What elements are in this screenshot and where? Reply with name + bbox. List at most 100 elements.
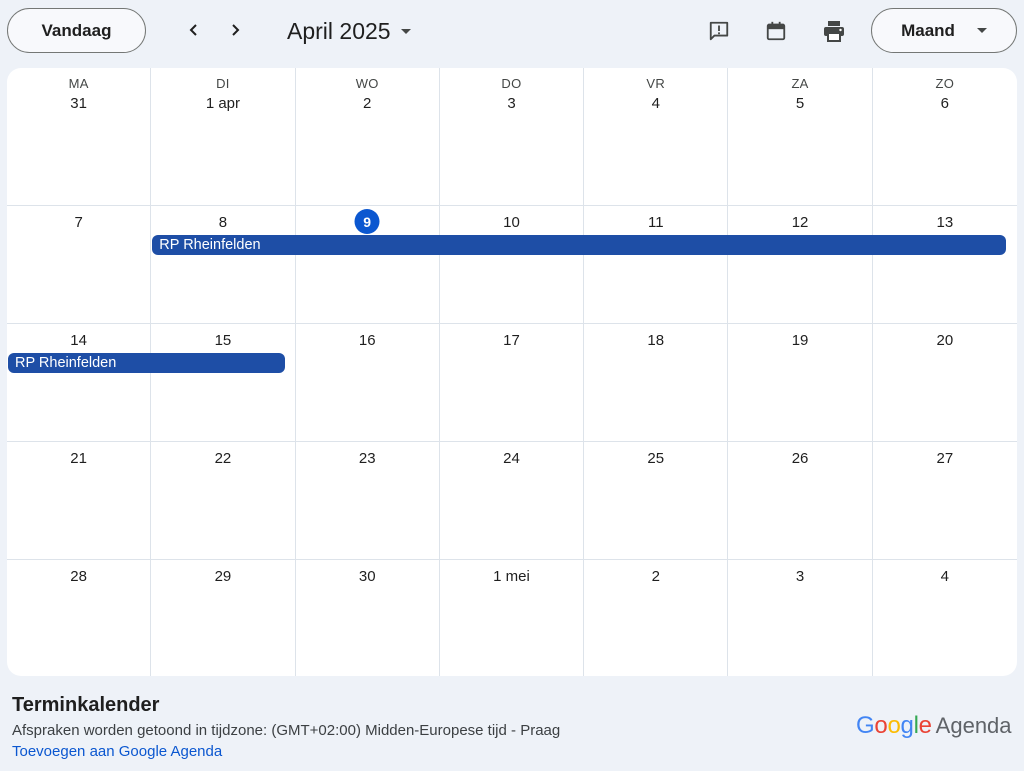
- day-cell[interactable]: 19: [728, 324, 873, 442]
- date-number[interactable]: 2: [296, 95, 439, 112]
- day-cell[interactable]: 2: [584, 560, 729, 676]
- date-number[interactable]: 17: [440, 332, 583, 349]
- day-cell[interactable]: DO 3: [440, 68, 585, 205]
- date-number[interactable]: 23: [296, 450, 439, 467]
- today-date-badge[interactable]: 9: [354, 209, 380, 234]
- day-cell[interactable]: DI 1 apr: [151, 68, 296, 205]
- day-cell[interactable]: 11: [584, 206, 729, 324]
- calendar-name: Terminkalender: [12, 694, 160, 716]
- date-number[interactable]: 10: [440, 214, 583, 231]
- day-cell[interactable]: ZA 5: [728, 68, 873, 205]
- date-number[interactable]: 3: [440, 95, 583, 112]
- google-agenda-logo: Google Agenda: [856, 712, 1012, 740]
- day-cell[interactable]: 13: [873, 206, 1017, 324]
- date-number[interactable]: 30: [296, 568, 439, 585]
- date-number[interactable]: 19: [728, 332, 871, 349]
- day-cell[interactable]: 30: [296, 560, 440, 676]
- day-cell[interactable]: 26: [728, 442, 873, 560]
- day-cell[interactable]: 23: [296, 442, 440, 560]
- date-number[interactable]: 1 apr: [151, 95, 294, 112]
- print-icon: [824, 21, 844, 42]
- google-letter: e: [918, 712, 932, 739]
- date-number[interactable]: 18: [584, 332, 727, 349]
- day-cell[interactable]: 10: [440, 206, 585, 324]
- date-number[interactable]: 1 mei: [440, 568, 583, 585]
- date-number[interactable]: 25: [584, 450, 727, 467]
- toolbar: Vandaag April 2025 Maand: [0, 0, 1024, 64]
- date-number[interactable]: 16: [296, 332, 439, 349]
- day-cell[interactable]: 9: [296, 206, 440, 324]
- day-cell[interactable]: 17: [440, 324, 585, 442]
- feedback-button[interactable]: [702, 14, 736, 48]
- day-cell[interactable]: WO 2: [296, 68, 440, 205]
- date-number[interactable]: 7: [7, 214, 150, 231]
- add-to-google-calendar-link[interactable]: Toevoegen aan Google Agenda: [12, 743, 222, 760]
- date-number[interactable]: 3: [728, 568, 871, 585]
- day-cell[interactable]: 1 mei: [440, 560, 585, 676]
- google-letter: G: [856, 712, 875, 739]
- date-number[interactable]: 12: [728, 214, 871, 231]
- date-number[interactable]: 13: [873, 214, 1017, 231]
- date-number[interactable]: 14: [7, 332, 150, 349]
- date-number[interactable]: 20: [873, 332, 1017, 349]
- day-cell[interactable]: 14: [7, 324, 152, 442]
- google-wordmark: Google: [856, 712, 932, 740]
- view-selector-button[interactable]: Maand: [871, 8, 1017, 53]
- date-number[interactable]: 28: [7, 568, 150, 585]
- month-picker[interactable]: April 2025: [287, 14, 411, 48]
- agenda-wordmark: Agenda: [935, 713, 1012, 738]
- date-number[interactable]: 8: [151, 214, 294, 231]
- day-cell[interactable]: MA 31: [7, 68, 152, 205]
- month-title: April 2025: [287, 17, 391, 44]
- week-row: 21 22 23 24 25 26 27: [7, 441, 1017, 560]
- date-number[interactable]: 4: [584, 95, 727, 112]
- date-number[interactable]: 11: [584, 214, 727, 231]
- day-cell[interactable]: 4: [873, 560, 1017, 676]
- event-chip[interactable]: RP Rheinfelden: [152, 235, 1006, 255]
- day-cell[interactable]: 27: [873, 442, 1017, 560]
- day-cell[interactable]: 29: [151, 560, 296, 676]
- day-cell[interactable]: 3: [728, 560, 873, 676]
- week-row: 14 15 16 17 18 19 20: [7, 323, 1017, 442]
- day-cell[interactable]: 21: [7, 442, 152, 560]
- date-number[interactable]: 24: [440, 450, 583, 467]
- event-chip[interactable]: RP Rheinfelden: [8, 353, 285, 373]
- day-cell[interactable]: 28: [7, 560, 152, 676]
- date-number[interactable]: 31: [7, 95, 150, 112]
- day-cell[interactable]: 22: [151, 442, 296, 560]
- date-number[interactable]: 27: [873, 450, 1017, 467]
- month-grid: MA 31 DI 1 apr WO 2 DO 3 VR 4 ZA 5 ZO 6 7 8 9 10 11 12 13 14 1…: [7, 68, 1017, 676]
- day-cell[interactable]: VR 4: [584, 68, 729, 205]
- date-number[interactable]: 29: [151, 568, 294, 585]
- date-number[interactable]: 26: [728, 450, 871, 467]
- day-cell[interactable]: 24: [440, 442, 585, 560]
- chevron-left-icon: [189, 24, 197, 36]
- next-month-button[interactable]: [219, 14, 251, 46]
- date-number[interactable]: 5: [728, 95, 871, 112]
- day-cell[interactable]: ZO 6: [873, 68, 1017, 205]
- previous-month-button[interactable]: [178, 14, 210, 46]
- print-button[interactable]: [817, 14, 851, 48]
- feedback-icon: [709, 21, 729, 41]
- weekday-label: ZA: [791, 76, 809, 91]
- calendar-button[interactable]: [759, 14, 793, 48]
- date-number[interactable]: 21: [7, 450, 150, 467]
- day-cell[interactable]: 15: [151, 324, 296, 442]
- day-cell[interactable]: 25: [584, 442, 729, 560]
- day-cell[interactable]: 8: [151, 206, 296, 324]
- day-cell[interactable]: 12: [728, 206, 873, 324]
- date-number[interactable]: 6: [873, 95, 1017, 112]
- date-number[interactable]: 2: [584, 568, 727, 585]
- week-row: MA 31 DI 1 apr WO 2 DO 3 VR 4 ZA 5 ZO 6: [7, 68, 1017, 205]
- date-number[interactable]: 15: [151, 332, 294, 349]
- today-button[interactable]: Vandaag: [7, 8, 146, 53]
- weekday-label: ZO: [935, 76, 955, 91]
- caret-down-icon: [400, 28, 411, 34]
- day-cell[interactable]: 18: [584, 324, 729, 442]
- day-cell[interactable]: 20: [873, 324, 1017, 442]
- date-number[interactable]: 22: [151, 450, 294, 467]
- weekday-label: DI: [216, 76, 230, 91]
- day-cell[interactable]: 16: [296, 324, 440, 442]
- day-cell[interactable]: 7: [7, 206, 152, 324]
- date-number[interactable]: 4: [873, 568, 1017, 585]
